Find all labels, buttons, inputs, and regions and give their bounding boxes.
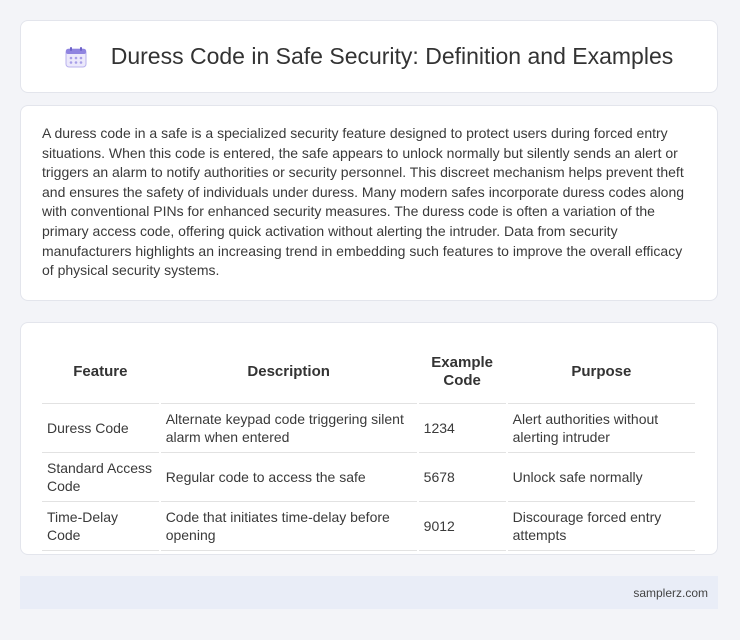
header-feature: Feature — [42, 341, 159, 404]
cell-example-code: 5678 — [418, 453, 506, 502]
cell-description: Code that initiates time-delay before op… — [160, 502, 417, 551]
calendar-icon — [65, 46, 87, 67]
header-description: Description — [160, 341, 417, 404]
intro-card: A duress code in a safe is a specialized… — [20, 105, 718, 301]
table-row: Standard Access Code Regular code to acc… — [42, 453, 695, 502]
cell-purpose: Unlock safe normally — [507, 453, 695, 502]
header-example-code: Example Code — [418, 341, 506, 404]
comparison-table: Feature Description Example Code Purpose… — [40, 341, 697, 551]
cell-example-code: 9012 — [418, 502, 506, 551]
table-card: Feature Description Example Code Purpose… — [20, 322, 718, 555]
footer-bar: samplerz.com — [20, 576, 718, 609]
cell-description: Regular code to access the safe — [160, 453, 417, 502]
table-header-row: Feature Description Example Code Purpose — [42, 341, 695, 404]
cell-description: Alternate keypad code triggering silent … — [160, 404, 417, 453]
cell-feature: Standard Access Code — [42, 453, 159, 502]
header-purpose: Purpose — [507, 341, 695, 404]
table-row: Duress Code Alternate keypad code trigge… — [42, 404, 695, 453]
cell-feature: Time-Delay Code — [42, 502, 159, 551]
cell-purpose: Alert authorities without alerting intru… — [507, 404, 695, 453]
intro-paragraph: A duress code in a safe is a specialized… — [42, 125, 685, 279]
table-row: Time-Delay Code Code that initiates time… — [42, 502, 695, 551]
page-title: Duress Code in Safe Security: Definition… — [110, 43, 674, 69]
cell-feature: Duress Code — [42, 404, 159, 453]
cell-purpose: Discourage forced entry attempts — [507, 502, 695, 551]
footer-source[interactable]: samplerz.com — [633, 586, 708, 600]
title-card: Duress Code in Safe Security: Definition… — [20, 20, 718, 93]
cell-example-code: 1234 — [418, 404, 506, 453]
